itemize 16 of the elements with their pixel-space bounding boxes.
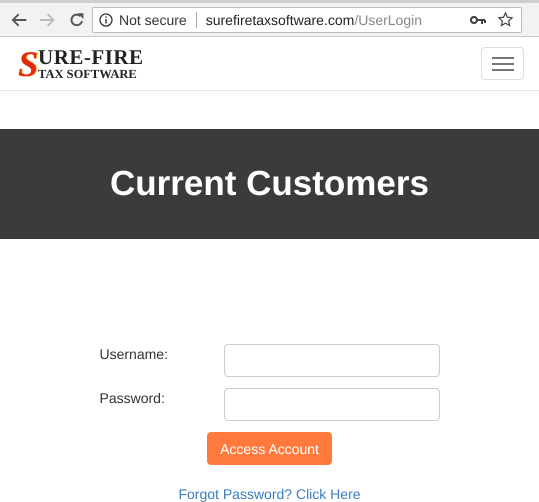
forgot-password-link[interactable]: Forgot Password? Click Here [178, 486, 361, 502]
address-bar[interactable]: Not secure surefiretaxsoftware.com/UserLogin [92, 6, 522, 32]
input-field[interactable] [224, 344, 440, 377]
security-label: Not secure [119, 12, 187, 28]
back-icon[interactable] [10, 12, 28, 28]
key-icon[interactable] [470, 14, 486, 24]
reload-icon[interactable] [68, 12, 84, 28]
info-icon[interactable] [99, 12, 113, 26]
input-field[interactable] [224, 388, 440, 421]
url-text: surefiretaxsoftware.com/UserLogin [206, 12, 424, 28]
field-label: Username: [100, 345, 169, 362]
field-label: Password: [100, 389, 166, 406]
star-icon[interactable] [498, 12, 513, 27]
menu-icon [492, 56, 514, 70]
menu-button[interactable] [481, 47, 524, 80]
page-title: Current Customers [110, 164, 429, 204]
